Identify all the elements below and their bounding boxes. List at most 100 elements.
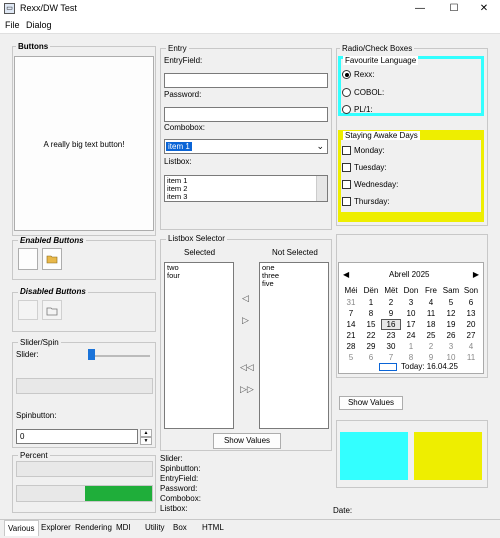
- maximize-icon[interactable]: ☐: [438, 0, 470, 18]
- calendar-day[interactable]: 31: [341, 297, 361, 308]
- enabled-folder-button[interactable]: [42, 248, 62, 270]
- tab-mdi[interactable]: MDI: [113, 520, 134, 536]
- check-monday[interactable]: [342, 146, 351, 155]
- calendar-next-icon[interactable]: ▶: [473, 270, 479, 279]
- calendar-show-values-button[interactable]: Show Values: [339, 396, 403, 410]
- calendar-day[interactable]: 3: [401, 297, 421, 308]
- spin-up-button[interactable]: ▲: [140, 429, 152, 437]
- calendar-day[interactable]: 22: [361, 330, 381, 341]
- selected-listbox[interactable]: two four: [164, 262, 234, 429]
- calendar-day[interactable]: 8: [361, 308, 381, 319]
- menu-dialog[interactable]: Dialog: [26, 20, 52, 30]
- calendar-day[interactable]: 18: [421, 319, 441, 330]
- calendar-day[interactable]: 30: [381, 341, 401, 352]
- calendar-day[interactable]: 10: [401, 308, 421, 319]
- calendar-day[interactable]: 3: [441, 341, 461, 352]
- list-item[interactable]: item 2: [167, 185, 325, 193]
- calendar-day[interactable]: 15: [361, 319, 381, 330]
- password-input[interactable]: [164, 107, 328, 122]
- calendar-day[interactable]: 4: [461, 341, 481, 352]
- tab-utility[interactable]: Utility: [142, 520, 168, 536]
- close-icon[interactable]: ✕: [468, 0, 500, 18]
- listbox-scrollbar[interactable]: [316, 176, 327, 201]
- listbox[interactable]: item 1 item 2 item 3: [164, 175, 328, 202]
- calendar-day[interactable]: 17: [401, 319, 421, 330]
- calendar-day[interactable]: 13: [461, 308, 481, 319]
- slider-track[interactable]: [92, 355, 150, 357]
- listbox-show-values-button[interactable]: Show Values: [213, 433, 281, 449]
- list-item[interactable]: item 1: [167, 177, 325, 185]
- tab-box[interactable]: Box: [170, 520, 190, 536]
- tab-explorer[interactable]: Explorer: [38, 520, 74, 536]
- calendar-day[interactable]: 6: [461, 297, 481, 308]
- tab-rendering[interactable]: Rendering: [72, 520, 115, 536]
- calendar-day[interactable]: 27: [461, 330, 481, 341]
- calendar-day[interactable]: 23: [381, 330, 401, 341]
- minimize-icon[interactable]: —: [404, 0, 436, 18]
- calendar-day[interactable]: 7: [341, 308, 361, 319]
- menu-file[interactable]: File: [5, 20, 20, 30]
- list-item[interactable]: five: [262, 280, 326, 288]
- big-text-button[interactable]: A really big text button!: [14, 56, 154, 231]
- entryfield-label: EntryField:: [164, 56, 203, 65]
- calendar-day[interactable]: 24: [401, 330, 421, 341]
- calendar-day[interactable]: 2: [421, 341, 441, 352]
- calendar-day[interactable]: 19: [441, 319, 461, 330]
- calendar-day[interactable]: 16: [381, 319, 401, 330]
- tab-html[interactable]: HTML: [199, 520, 227, 536]
- list-item[interactable]: item 3: [167, 193, 325, 201]
- move-all-right-icon[interactable]: ▷▷: [240, 384, 254, 395]
- radio-cobol[interactable]: [342, 88, 351, 97]
- calendar-day[interactable]: 7: [381, 352, 401, 363]
- move-left-icon[interactable]: ◁: [242, 293, 249, 304]
- calendar-day[interactable]: 20: [461, 319, 481, 330]
- calendar-grid: 31 1 2 3 4 5 6 7 8 9 10 11 12 13 14 15 16 17 18 19 20 21 22 23 2…: [341, 297, 481, 363]
- calendar-day[interactable]: 11: [461, 352, 481, 363]
- list-item[interactable]: four: [167, 272, 231, 280]
- selected-label: Selected: [184, 248, 216, 257]
- summary-entryfield: EntryField:: [160, 474, 199, 483]
- enabled-buttons-label: Enabled Buttons: [18, 236, 86, 245]
- folder-disabled-icon: [46, 307, 58, 316]
- calendar-day[interactable]: 28: [341, 341, 361, 352]
- calendar-day[interactable]: 21: [341, 330, 361, 341]
- calendar-day[interactable]: 5: [441, 297, 461, 308]
- calendar-day[interactable]: 26: [441, 330, 461, 341]
- calendar-prev-icon[interactable]: ◀: [343, 270, 349, 279]
- slider-thumb[interactable]: [88, 349, 95, 360]
- check-tuesday-label: Tuesday:: [354, 163, 387, 172]
- check-thursday[interactable]: [342, 197, 351, 206]
- entryfield-input[interactable]: [164, 73, 328, 88]
- calendar-day[interactable]: 6: [361, 352, 381, 363]
- show-values-label: Show Values: [223, 436, 271, 445]
- calendar[interactable]: ◀ Abrell 2025 ▶ Méi Dën Mët Don Fre Sam …: [338, 262, 484, 374]
- spinbutton-input[interactable]: 0: [16, 429, 138, 444]
- calendar-day[interactable]: 11: [421, 308, 441, 319]
- move-right-icon[interactable]: ▷: [242, 315, 249, 326]
- calendar-month[interactable]: Abrell 2025: [389, 270, 429, 279]
- calendar-day[interactable]: 29: [361, 341, 381, 352]
- calendar-day[interactable]: 4: [421, 297, 441, 308]
- enabled-blank-button[interactable]: [18, 248, 38, 270]
- calendar-day[interactable]: 9: [381, 308, 401, 319]
- not-selected-listbox[interactable]: one three five: [259, 262, 329, 429]
- spin-down-button[interactable]: ▼: [140, 437, 152, 445]
- listbox-selector-label: Listbox Selector: [166, 234, 227, 243]
- combobox-label: Combobox:: [164, 123, 205, 132]
- calendar-day[interactable]: 2: [381, 297, 401, 308]
- check-tuesday[interactable]: [342, 163, 351, 172]
- calendar-day[interactable]: 12: [441, 308, 461, 319]
- check-wednesday[interactable]: [342, 180, 351, 189]
- calendar-day[interactable]: 14: [341, 319, 361, 330]
- calendar-day[interactable]: 5: [341, 352, 361, 363]
- chevron-down-icon[interactable]: ⌄: [316, 141, 324, 152]
- calendar-day[interactable]: 25: [421, 330, 441, 341]
- calendar-day[interactable]: 1: [361, 297, 381, 308]
- radio-pl1[interactable]: [342, 105, 351, 114]
- move-all-left-icon[interactable]: ◁◁: [240, 362, 254, 373]
- tab-various[interactable]: Various: [4, 520, 39, 536]
- today-label[interactable]: Today: 16.04.25: [401, 362, 458, 371]
- radio-rexx[interactable]: [342, 70, 351, 79]
- calendar-day[interactable]: 1: [401, 341, 421, 352]
- combobox[interactable]: item 1 ⌄: [164, 139, 328, 154]
